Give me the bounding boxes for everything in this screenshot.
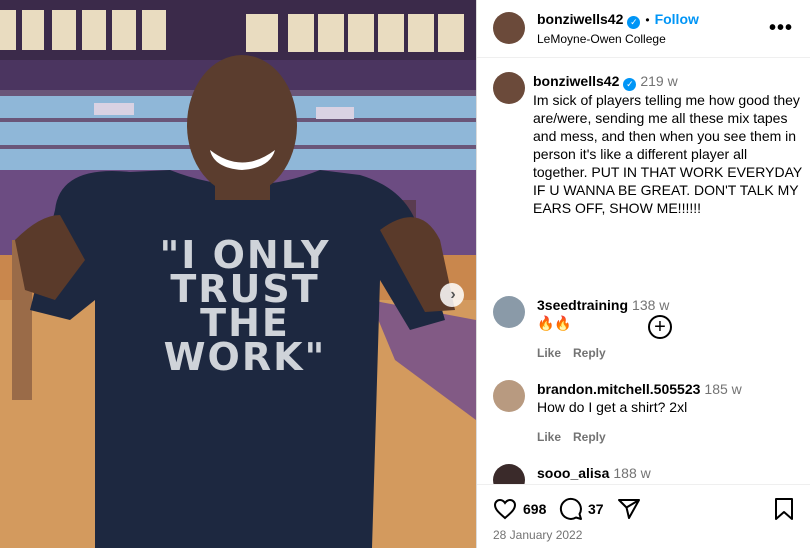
post-image[interactable]: "I ONLY TRUST THE WORK" › <box>0 0 476 548</box>
chevron-right-icon: › <box>450 286 456 303</box>
comment-body: 3seedtraining 138 w 🔥🔥 Like Reply <box>537 296 803 362</box>
caption-age: 219 w <box>640 73 678 89</box>
more-options-icon[interactable]: ••• <box>769 17 793 40</box>
comment-body: brandon.mitchell.505523 185 w How do I ge… <box>537 380 803 446</box>
post-date: 28 January 2022 <box>493 528 583 542</box>
comment-body: sooo_alisa 188 w <box>537 464 803 482</box>
avatar[interactable] <box>493 12 525 44</box>
post-location[interactable]: LeMoyne-Owen College <box>537 32 699 46</box>
reply-button[interactable]: Reply <box>573 430 606 444</box>
verified-badge-icon: ✓ <box>627 16 641 29</box>
post-actions-bar: 698 37 28 January 2022 <box>477 484 810 548</box>
author-username[interactable]: bonziwells42 <box>537 11 623 27</box>
comments-count[interactable]: 37 <box>588 501 604 517</box>
comment-age: 188 w <box>613 465 651 481</box>
comment-avatar[interactable] <box>493 380 525 412</box>
verified-badge-icon: ✓ <box>623 78 637 91</box>
caption-avatar[interactable] <box>493 72 525 104</box>
shirt-slogan: "I ONLY TRUST THE WORK" <box>159 233 331 379</box>
comment-username[interactable]: 3seedtraining <box>537 297 628 313</box>
comment-username[interactable]: brandon.mitchell.505523 <box>537 381 700 397</box>
comment-age: 138 w <box>632 297 670 313</box>
reply-button[interactable]: Reply <box>573 346 606 360</box>
caption-body: bonziwells42 ✓ 219 w Im sick of players te… <box>533 72 803 217</box>
caption-username[interactable]: bonziwells42 <box>533 73 619 89</box>
separator-dot: • <box>645 13 650 27</box>
comment-age: 185 w <box>704 381 742 397</box>
bookmark-icon[interactable] <box>773 497 795 521</box>
comment-actions: Like Reply <box>537 344 803 362</box>
comment-avatar[interactable] <box>493 296 525 328</box>
like-comment-button[interactable]: Like <box>537 430 561 444</box>
header-text: bonziwells42 ✓ • Follow LeMoyne-Owen Colleg… <box>537 11 699 46</box>
caption-text: Im sick of players telling me how good t… <box>533 92 802 216</box>
post-header: bonziwells42 ✓ • Follow LeMoyne-Owen Colleg… <box>477 0 810 58</box>
post-sidebar: bonziwells42 ✓ • Follow LeMoyne-Owen Colleg… <box>476 0 810 548</box>
likes-count[interactable]: 698 <box>523 501 546 517</box>
comment-text: How do I get a shirt? 2xl <box>537 399 688 415</box>
like-comment-button[interactable]: Like <box>537 346 561 360</box>
comment-text: 🔥🔥 <box>537 315 572 331</box>
share-icon[interactable] <box>617 497 641 521</box>
follow-button[interactable]: Follow <box>655 11 699 27</box>
next-image-button[interactable]: › <box>440 283 464 307</box>
comment-icon[interactable] <box>559 497 583 521</box>
comment-username[interactable]: sooo_alisa <box>537 465 609 481</box>
comment-actions: Like Reply <box>537 428 803 446</box>
heart-icon[interactable] <box>493 497 517 521</box>
